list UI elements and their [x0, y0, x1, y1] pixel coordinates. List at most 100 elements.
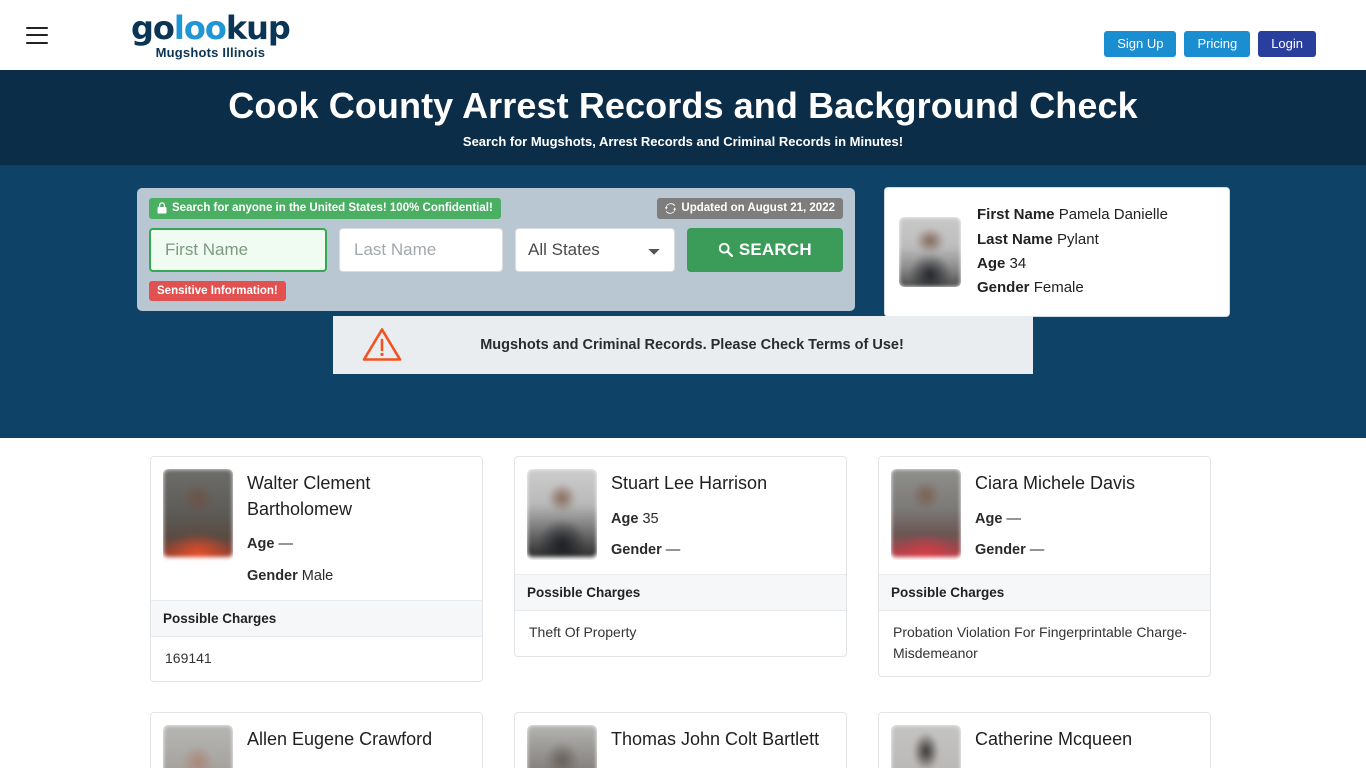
featured-person-photo [899, 217, 961, 287]
updated-badge-label: Updated on August 21, 2022 [681, 202, 835, 214]
hero-title-band: Cook County Arrest Records and Backgroun… [0, 70, 1366, 165]
charges-text: 169141 [165, 649, 212, 666]
mugshot-image [891, 469, 961, 557]
nav-button-group: Sign Up Pricing Login [1104, 31, 1316, 57]
gender-value: Male [301, 567, 334, 584]
logo-text-part3: kup [225, 8, 291, 47]
result-name: Walter Clement Bartholomew [247, 473, 371, 519]
mugshot-image [527, 725, 597, 768]
login-button[interactable]: Login [1258, 31, 1316, 57]
terms-notice-banner: Mugshots and Criminal Records. Please Ch… [333, 316, 1033, 374]
gender-label: Gender [975, 542, 1026, 559]
charges-header: Possible Charges [151, 599, 482, 637]
featured-last-name-row: Last Name Pylant [977, 228, 1168, 252]
result-info: Catherine Mcqueen Age — [975, 725, 1132, 768]
age-label: Age [975, 510, 1003, 527]
result-age: Age — [247, 535, 470, 554]
site-logo[interactable]: golookup Mugshots Illinois [131, 8, 291, 60]
first-name-input[interactable] [149, 227, 327, 272]
warning-triangle-icon [362, 328, 402, 361]
featured-person-card[interactable]: First Name Pamela Danielle Last Name Pyl… [884, 187, 1230, 317]
result-card[interactable]: Thomas John Colt Bartlett Age — [514, 712, 847, 768]
result-info: Walter Clement Bartholomew Age — Gender … [247, 469, 470, 586]
result-photo [891, 725, 961, 768]
result-age: Age — [975, 510, 1135, 529]
hamburger-bar [26, 26, 48, 29]
result-info: Thomas John Colt Bartlett Age — [611, 725, 819, 768]
charges-header: Possible Charges [879, 574, 1210, 612]
last-name-value: Pylant [1057, 230, 1099, 248]
result-photo [163, 469, 233, 586]
last-name-label: Last Name [977, 230, 1053, 248]
result-card[interactable]: Ciara Michele Davis Age — Gender — Possi… [878, 456, 1211, 677]
state-select[interactable]: All States [515, 227, 675, 272]
result-info: Ciara Michele Davis Age — Gender — [975, 469, 1135, 560]
results-grid: Walter Clement Bartholomew Age — Gender … [150, 456, 1216, 768]
gender-value: Female [1033, 279, 1084, 297]
result-info: Allen Eugene Crawford Age — [247, 725, 432, 768]
gender-value: — [665, 542, 681, 559]
logo-wordmark: golookup [131, 8, 291, 47]
result-card[interactable]: Catherine Mcqueen Age — [878, 712, 1211, 768]
result-card-header: Stuart Lee Harrison Age 35 Gender — [515, 457, 846, 574]
gender-label: Gender [247, 567, 298, 584]
featured-age-row: Age 34 [977, 252, 1168, 276]
result-card[interactable]: Allen Eugene Crawford Age — [150, 712, 483, 768]
sensitive-information-badge: Sensitive Information! [149, 280, 286, 302]
featured-gender-row: Gender Female [977, 276, 1168, 300]
age-value: 35 [642, 510, 659, 527]
result-card[interactable]: Walter Clement Bartholomew Age — Gender … [150, 456, 483, 683]
confidential-badge-label: Search for anyone in the United States! … [172, 202, 493, 214]
search-button[interactable]: SEARCH [686, 227, 843, 272]
age-label: Age [247, 536, 275, 553]
sign-up-button[interactable]: Sign Up [1104, 31, 1177, 57]
terms-notice-text: Mugshots and Criminal Records. Please Ch… [480, 337, 904, 353]
page-subtitle: Search for Mugshots, Arrest Records and … [462, 134, 904, 150]
charges-header: Possible Charges [515, 574, 846, 612]
logo-text-part2: loo [173, 8, 227, 47]
result-name: Catherine Mcqueen [975, 729, 1133, 750]
hamburger-bar [26, 41, 48, 44]
search-form-badges: Search for anyone in the United States! … [149, 198, 843, 219]
age-value: — [278, 536, 293, 553]
last-name-input[interactable] [339, 227, 503, 272]
gender-value: — [1029, 542, 1045, 559]
mugshot-image [163, 469, 233, 557]
search-button-label: SEARCH [738, 239, 812, 259]
search-section: Search for anyone in the United States! … [0, 165, 1366, 438]
result-photo [527, 469, 597, 560]
result-card-header: Thomas John Colt Bartlett Age — [515, 713, 846, 768]
age-value: — [1006, 510, 1021, 527]
result-photo [163, 725, 233, 768]
search-form: Search for anyone in the United States! … [137, 188, 855, 312]
mugshot-image [899, 217, 961, 287]
results-section: Walter Clement Bartholomew Age — Gender … [0, 438, 1366, 768]
search-fields-row: All States SEARCH [149, 227, 843, 272]
gender-label: Gender [977, 279, 1030, 297]
mugshot-image [891, 725, 961, 768]
pricing-button[interactable]: Pricing [1184, 31, 1251, 57]
logo-subtitle: Mugshots Illinois [155, 44, 266, 60]
result-age: Age 35 [611, 510, 767, 529]
result-name: Thomas John Colt Bartlett [611, 729, 820, 750]
updated-badge: Updated on August 21, 2022 [657, 198, 843, 219]
result-card-header: Ciara Michele Davis Age — Gender — [879, 457, 1210, 574]
result-name: Stuart Lee Harrison [611, 473, 768, 493]
result-gender: Gender — [975, 541, 1135, 560]
charges-text: Probation Violation For Fingerprintable … [893, 624, 1187, 661]
featured-person-details: First Name Pamela Danielle Last Name Pyl… [977, 203, 1168, 300]
mugshot-image [163, 725, 233, 768]
hamburger-menu-icon[interactable] [26, 26, 48, 44]
result-card[interactable]: Stuart Lee Harrison Age 35 Gender — Poss… [514, 456, 847, 657]
magnifier-icon [718, 242, 733, 258]
result-info: Stuart Lee Harrison Age 35 Gender — [611, 469, 767, 560]
logo-text-part1: go [131, 8, 175, 47]
first-name-label: First Name [977, 206, 1055, 224]
charges-text: Theft Of Property [529, 624, 637, 641]
lock-icon [157, 202, 167, 214]
refresh-icon [665, 203, 677, 214]
result-card-header: Allen Eugene Crawford Age — [151, 713, 482, 768]
result-card-header: Catherine Mcqueen Age — [879, 713, 1210, 768]
mugshot-image [527, 469, 597, 557]
age-label: Age [611, 510, 639, 527]
